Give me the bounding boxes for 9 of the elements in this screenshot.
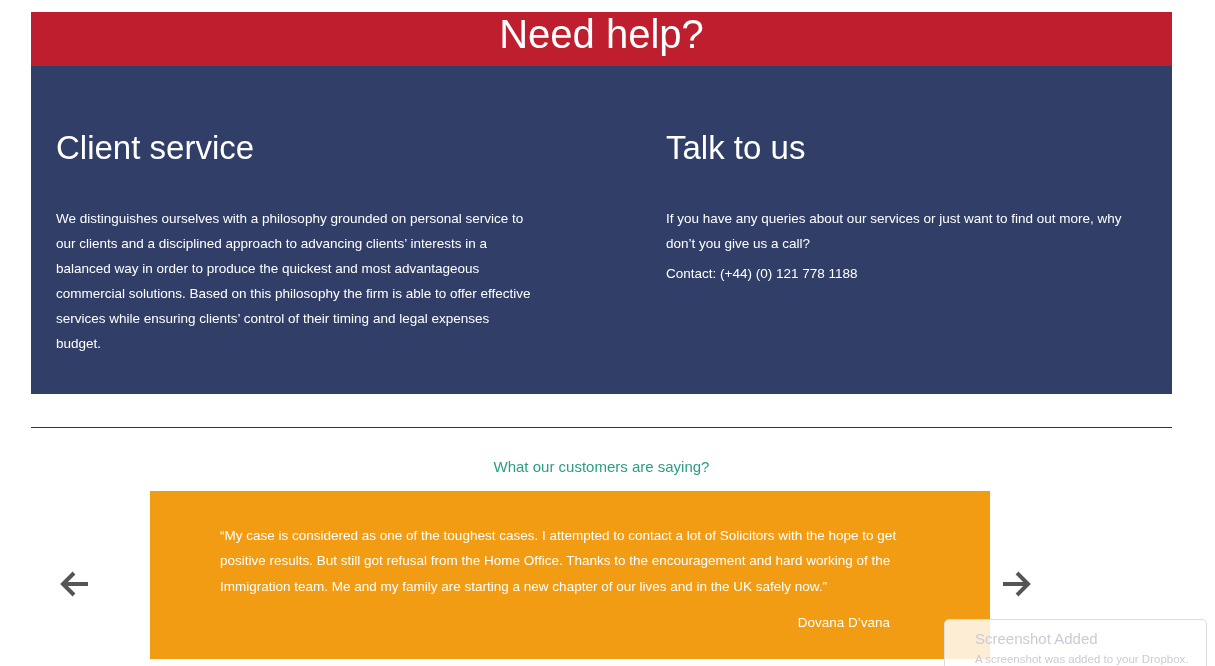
paragraph: Contact: (+44) (0) 121 778 1188 — [666, 264, 859, 283]
paragraph: We distinguishes ourselves with a philosophy grounded on personal service to our clients and a disciplined approach to advancing clients’ interests in a balanced way in order to produce the quickest and most advantageous commercial solutions. Based on this philosophy the firm is able to offer effective services while ensuring clients’ control of their timing and legal expenses budget. — [56, 209, 532, 353]
banner-title: Need help? — [499, 14, 704, 54]
column-heading: Client service — [56, 128, 256, 168]
section-heading: What our customers are saying? — [492, 457, 711, 477]
testimonial-quote: “My case is considered as one of the toughest cases. I attempted to contact a lot of Solicitors with the hope to get positive results. But still got refusal from the Home Office. Thanks to the encouragement and hard working of the Immigration team. Me and my family are starting a new chapter of our lives and in the UK safely now.” — [220, 526, 898, 596]
paragraph: If you have any queries about our services or just want to find out more, why don’t you give us a call? — [666, 209, 1123, 253]
testimonial-author: Dovana D’vana — [797, 614, 890, 632]
column-heading: Talk to us — [666, 128, 807, 168]
